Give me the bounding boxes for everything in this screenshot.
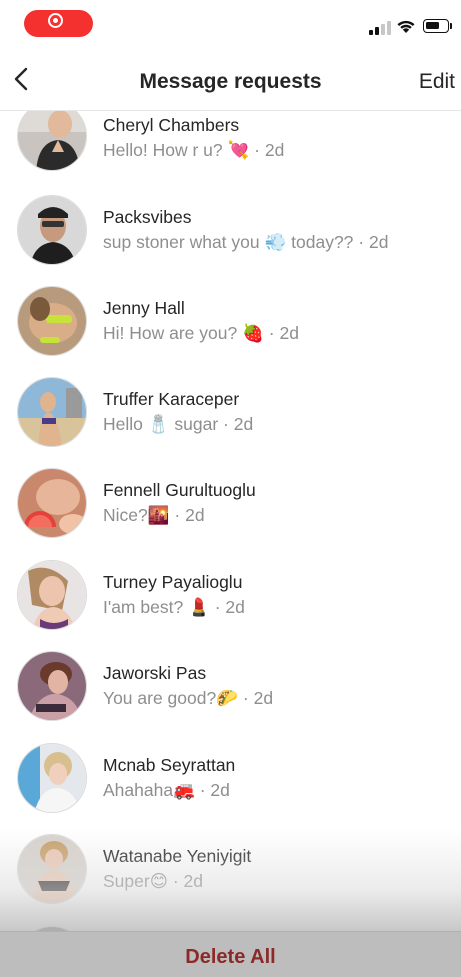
preview-text: Ahahaha🚒 <box>103 780 195 800</box>
preview-text: Nice?🌇 <box>103 505 170 525</box>
request-row[interactable]: Fennell Gurultuoglu Nice?🌇 · 2d <box>0 468 461 548</box>
request-row[interactable]: Truffer Karaceper Hello 🧂 sugar · 2d <box>0 377 461 457</box>
avatar <box>17 468 87 538</box>
delete-all-button[interactable]: Delete All <box>0 946 461 969</box>
wifi-icon <box>397 20 415 33</box>
battery-icon <box>423 19 449 33</box>
message-preview: You are good?🌮 · 2d <box>103 688 273 709</box>
request-row[interactable]: Packsvibes sup stoner what you 💨 today??… <box>0 195 461 275</box>
avatar <box>17 377 87 447</box>
timestamp: · 2d <box>268 323 299 343</box>
avatar <box>17 743 87 813</box>
sender-name: Jaworski Pas <box>103 663 207 683</box>
request-row[interactable]: Watanabe Yeniyigit Super😊 · 2d <box>0 834 461 914</box>
sender-name: Cheryl Chambers <box>103 115 240 135</box>
timestamp: · 2d <box>214 597 245 617</box>
footer-bar: Delete All <box>0 931 461 977</box>
timestamp: · 2d <box>174 505 205 525</box>
record-icon <box>48 13 63 28</box>
avatar <box>17 834 87 904</box>
page-title: Message requests <box>139 70 322 93</box>
preview-text: Hello 🧂 sugar <box>103 414 219 434</box>
timestamp: · 2d <box>358 232 389 252</box>
preview-text: I'am best? 💄 <box>103 597 210 617</box>
sender-name: Fennell Gurultuoglu <box>103 480 256 500</box>
avatar <box>17 651 87 721</box>
timestamp: · 2d <box>254 140 285 160</box>
message-preview: Hello! How r u? 💘 · 2d <box>103 140 284 161</box>
sender-name: Turney Payalioglu <box>103 572 243 592</box>
request-row[interactable]: Turney Payalioglu I'am best? 💄 · 2d <box>0 560 461 640</box>
cellular-signal-icon <box>369 21 391 35</box>
sender-name: Truffer Karaceper <box>103 389 240 409</box>
sender-name: Jenny Hall <box>103 298 185 318</box>
preview-text: Hello! How r u? 💘 <box>103 140 250 160</box>
preview-text: sup stoner what you 💨 today?? <box>103 232 354 252</box>
status-bar <box>0 0 461 48</box>
preview-text: You are good?🌮 <box>103 688 239 708</box>
avatar <box>17 195 87 265</box>
request-row[interactable]: Jaworski Pas You are good?🌮 · 2d <box>0 651 461 731</box>
edit-button[interactable]: Edit <box>419 70 455 94</box>
sender-name: Watanabe Yeniyigit <box>103 846 252 866</box>
message-preview: Hello 🧂 sugar · 2d <box>103 414 253 435</box>
sender-name: Mcnab Seyrattan <box>103 755 236 775</box>
battery-cap <box>450 23 452 29</box>
screen-recording-indicator[interactable] <box>24 10 93 37</box>
timestamp: · 2d <box>199 780 230 800</box>
message-preview: Ahahaha🚒 · 2d <box>103 780 230 801</box>
message-preview: I'am best? 💄 · 2d <box>103 597 245 618</box>
message-preview: sup stoner what you 💨 today?? · 2d <box>103 232 388 253</box>
request-row[interactable]: Mcnab Seyrattan Ahahaha🚒 · 2d <box>0 743 461 823</box>
request-row[interactable]: Jenny Hall Hi! How are you? 🍓 · 2d <box>0 286 461 366</box>
message-request-list[interactable]: Cheryl Chambers Hello! How r u? 💘 · 2d P… <box>0 111 461 931</box>
avatar <box>17 560 87 630</box>
message-preview: Super😊 · 2d <box>103 871 203 892</box>
request-row[interactable]: Cheryl Chambers Hello! How r u? 💘 · 2d <box>0 111 461 181</box>
message-preview: Hi! How are you? 🍓 · 2d <box>103 323 299 344</box>
sender-name: Packsvibes <box>103 207 192 227</box>
avatar <box>17 286 87 356</box>
avatar <box>17 111 87 171</box>
timestamp: · 2d <box>242 688 274 708</box>
timestamp: · 2d <box>223 414 254 434</box>
message-preview: Nice?🌇 · 2d <box>103 505 205 526</box>
preview-text: Super😊 <box>103 871 168 891</box>
preview-text: Hi! How are you? 🍓 <box>103 323 264 343</box>
timestamp: · 2d <box>172 871 203 891</box>
navigation-bar: Message requests Edit <box>0 48 461 111</box>
